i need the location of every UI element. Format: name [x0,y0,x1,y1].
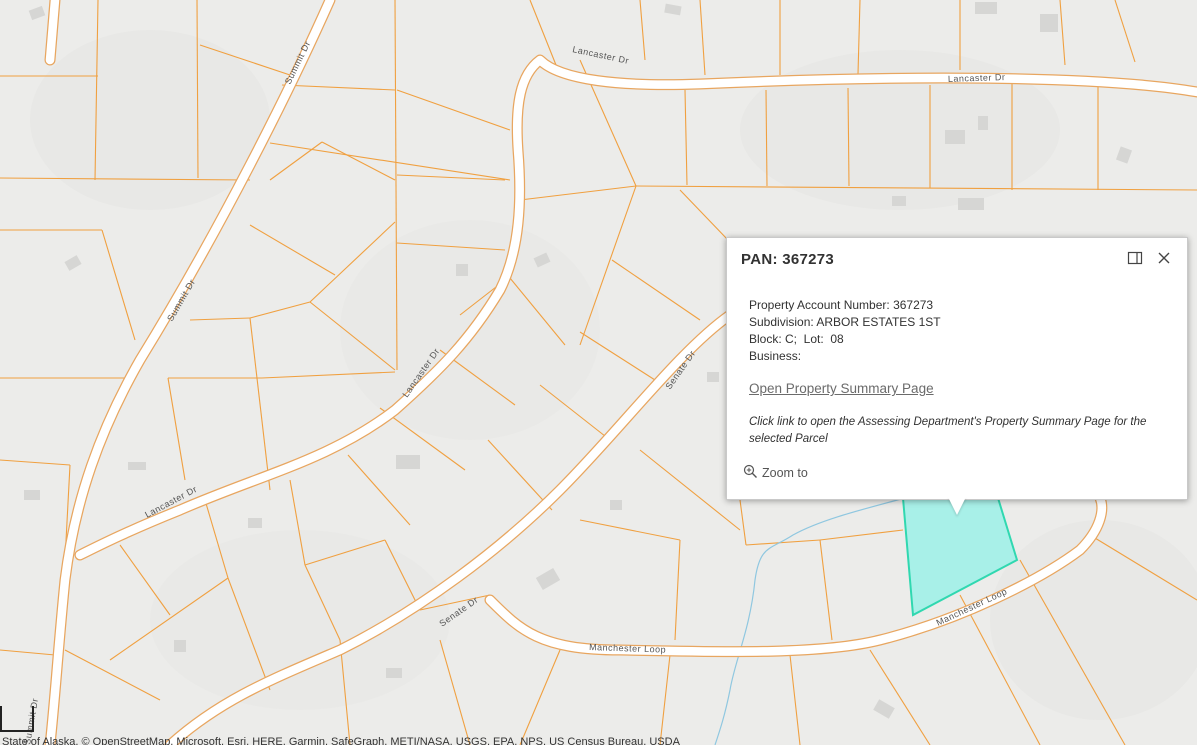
attribution-text: State of Alaska, © OpenStreetMap, Micros… [2,737,680,745]
dock-icon[interactable] [1127,250,1143,266]
popup-title: PAN: 367273 [741,251,835,268]
zoom-in-icon [743,464,758,482]
map-attribution[interactable]: State of Alaska, © OpenStreetMap, Micros… [0,737,1197,745]
property-summary-link[interactable]: Open Property Summary Page [749,381,934,396]
scale-bar [0,706,34,732]
zoom-to-label: Zoom to [762,466,808,480]
popup-attributes: Property Account Number: 367273 Subdivis… [749,297,941,365]
popup-pointer [948,497,966,515]
popup-note: Click link to open the Assessing Departm… [749,416,1147,445]
subdivision-field: Subdivision: ARBOR ESTATES 1ST [749,315,941,329]
business-field: Business: [749,349,802,363]
account-number-field: Property Account Number: 367273 [749,298,934,312]
parcel-popup: PAN: 367273 Property Account Number: 367… [726,237,1188,500]
block-lot-field: Block: C; Lot: 08 [749,332,844,346]
road-label-lancaster-dr-top-right: Lancaster Dr [948,72,1006,84]
zoom-to-button[interactable]: Zoom to [743,464,808,482]
close-icon[interactable] [1156,250,1172,266]
